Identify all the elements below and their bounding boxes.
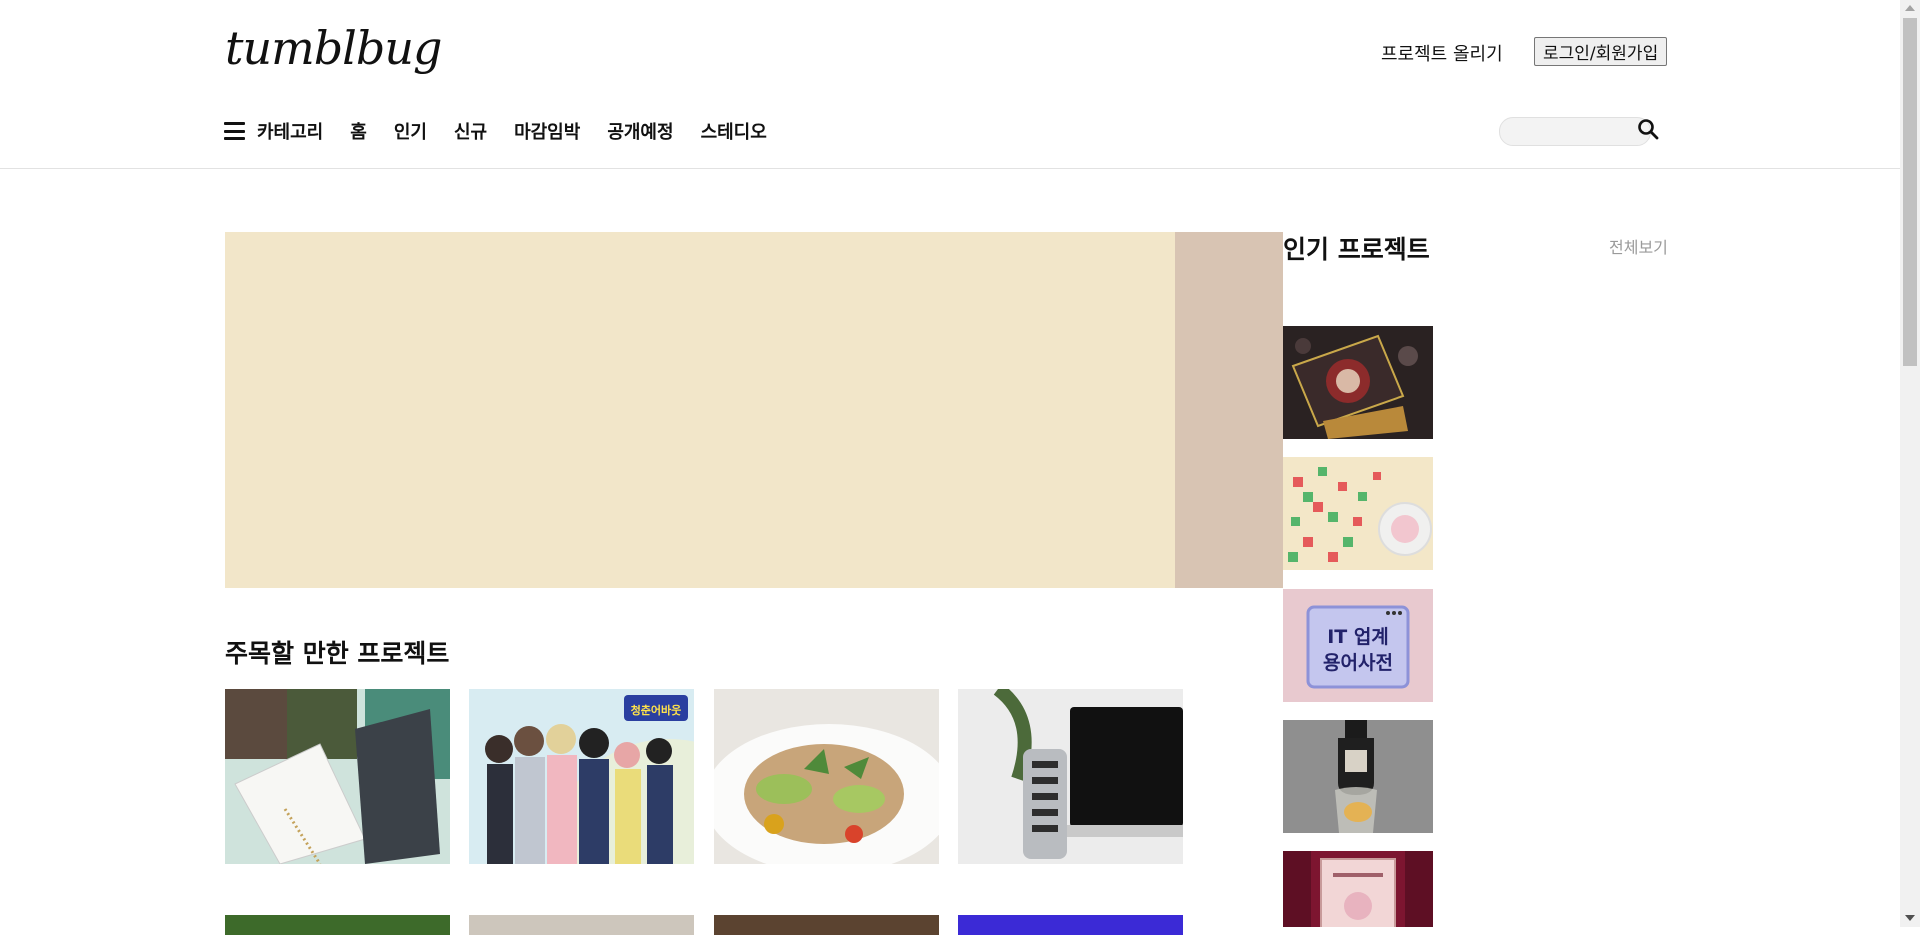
featured-card-7[interactable] [714, 915, 939, 935]
upload-project-link[interactable]: 프로젝트 올리기 [1381, 40, 1503, 66]
popular-item-5[interactable] [1283, 851, 1433, 927]
popular-item-2[interactable] [1283, 457, 1433, 570]
candy-cubes-image [1283, 457, 1433, 570]
card-deck-image [1283, 326, 1433, 439]
it-dictionary-line2: 용어사전 [1323, 652, 1393, 674]
featured-card-5[interactable] [225, 915, 450, 935]
main-nav: 카테고리 홈 인기 신규 마감임박 공개예정 스테디오 [224, 116, 794, 146]
popular-projects-title: 인기 프로젝트 [1283, 235, 1430, 264]
scroll-down-arrow-icon[interactable] [1905, 915, 1915, 921]
webtoon-characters-image: 청춘어바웃 [469, 689, 694, 864]
perfume-bottle-image [1283, 720, 1433, 833]
main-banner[interactable] [225, 232, 1283, 588]
scroll-up-arrow-icon[interactable] [1905, 5, 1915, 11]
menu-icon[interactable] [224, 122, 245, 140]
planner-notebooks-image [225, 689, 450, 864]
featured-card-3[interactable] [714, 689, 939, 864]
nav-item-home[interactable]: 홈 [350, 118, 367, 144]
search-input[interactable] [1499, 117, 1651, 146]
tumblbug-logo[interactable]: tumblbug [225, 20, 442, 76]
search-icon[interactable] [1637, 118, 1659, 140]
popular-item-4[interactable] [1283, 720, 1433, 833]
featured-projects-title: 주목할 만한 프로젝트 [225, 639, 450, 668]
see-all-link[interactable]: 전체보기 [1609, 234, 1668, 258]
nav-item-steadio[interactable]: 스테디오 [701, 118, 767, 144]
nav-item-closing-soon[interactable]: 마감임박 [514, 118, 580, 144]
popular-item-1[interactable] [1283, 326, 1433, 439]
login-signup-button[interactable]: 로그인/회원가입 [1534, 37, 1668, 66]
nav-item-upcoming[interactable]: 공개예정 [607, 118, 673, 144]
it-dictionary-image: IT 업계 용어사전 [1283, 589, 1433, 702]
usb-hub-laptop-image [958, 689, 1183, 864]
featured-card-1[interactable] [225, 689, 450, 864]
featured-card-8[interactable] [958, 915, 1183, 935]
nav-item-category[interactable]: 카테고리 [257, 118, 323, 144]
salad-plate-image [714, 689, 939, 864]
webtoon-badge: 청춘어바웃 [631, 703, 682, 717]
nav-item-popular[interactable]: 인기 [394, 118, 427, 144]
featured-card-6[interactable] [469, 915, 694, 935]
featured-card-4[interactable] [958, 689, 1183, 864]
theater-poster-image [1283, 851, 1433, 927]
nav-item-new[interactable]: 신규 [454, 118, 487, 144]
scrollbar-thumb[interactable] [1903, 18, 1917, 366]
header-divider [0, 168, 1900, 169]
featured-card-2[interactable]: 청춘어바웃 [469, 689, 694, 864]
popular-item-3[interactable]: IT 업계 용어사전 [1283, 589, 1433, 702]
banner-next-slide[interactable] [1175, 232, 1283, 588]
it-dictionary-line1: IT 업계 [1327, 626, 1389, 648]
